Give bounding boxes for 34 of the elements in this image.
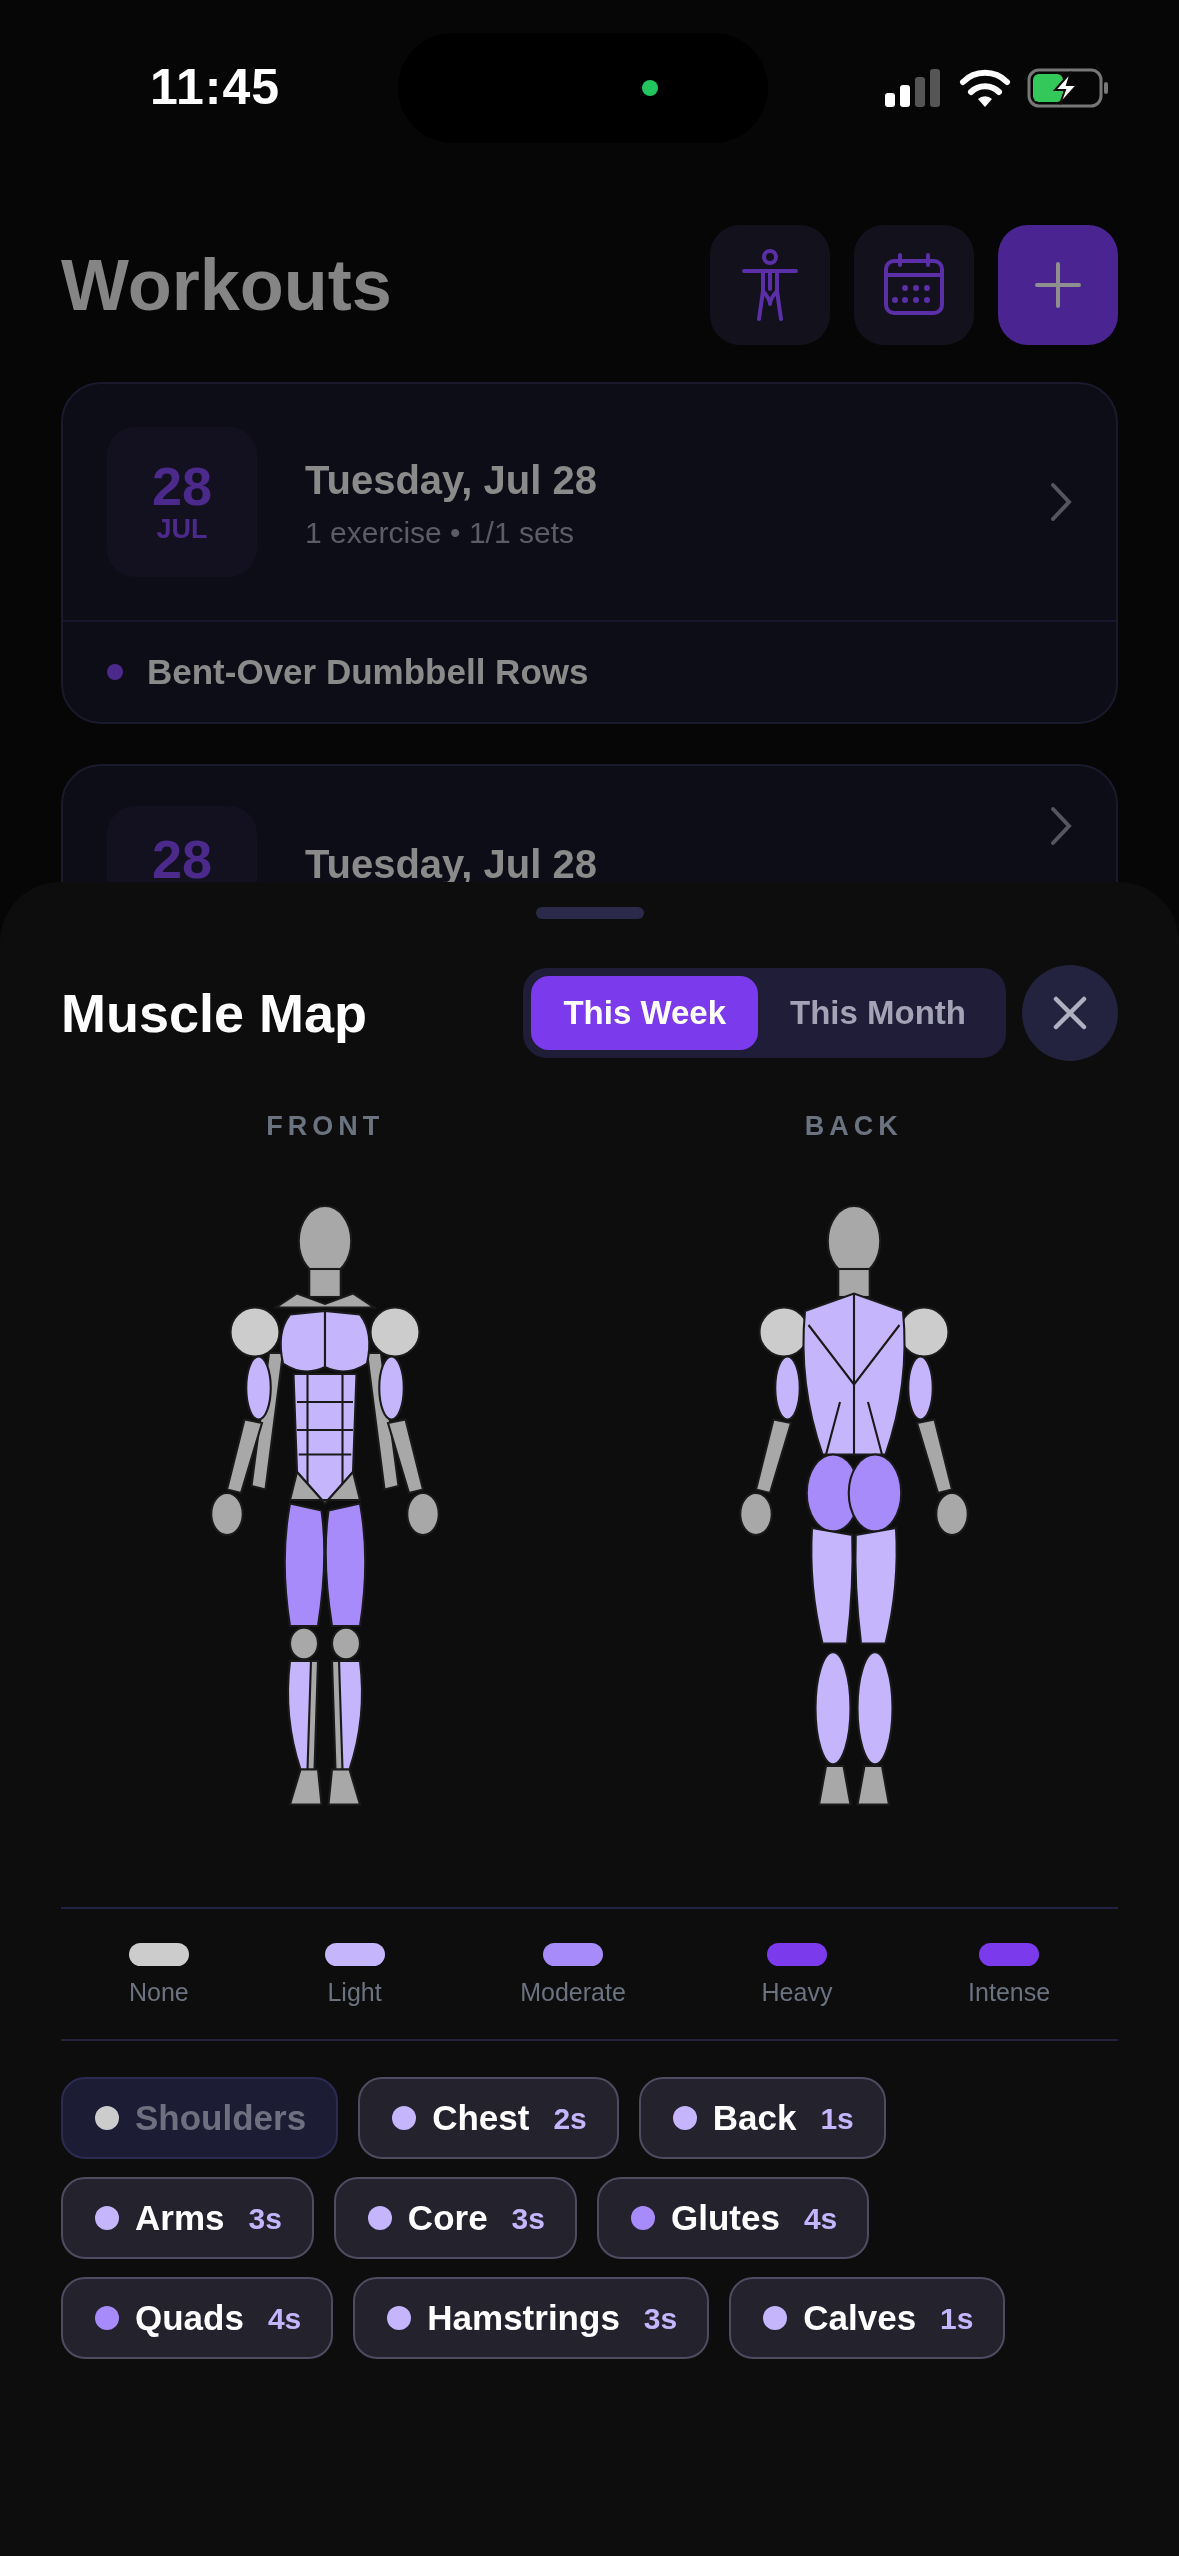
sheet-title: Muscle Map <box>61 981 369 1045</box>
muscle-count: 3s <box>248 2200 282 2237</box>
legend-label: None <box>128 1976 189 2008</box>
muscle-count: 4s <box>803 2200 838 2237</box>
muscle-name: Calves <box>803 2296 917 2339</box>
muscle-count: 4s <box>267 2300 302 2337</box>
exercise-name: Bent-Over Dumbbell Rows <box>147 650 589 693</box>
legend-label: Intense <box>968 1976 1051 2008</box>
page-title: Workouts <box>61 243 392 327</box>
muscle-name: Core <box>407 2196 488 2239</box>
muscle-name: Chest <box>432 2096 530 2139</box>
muscle-name: Quads <box>135 2296 244 2339</box>
muscle-count: 2s <box>553 2100 587 2137</box>
muscle-name: Back <box>712 2096 797 2139</box>
muscle-count: 1s <box>940 2300 974 2337</box>
workout-summary: 1 exercise • 1/1 sets <box>305 514 575 551</box>
muscle-name: Arms <box>135 2196 225 2239</box>
view-label: BACK <box>804 1110 903 1143</box>
muscle-name: Shoulders <box>135 2096 307 2139</box>
legend-label: Moderate <box>520 1976 626 2008</box>
workout-date: Tuesday, Jul 28 <box>305 841 598 888</box>
date-month: JUL <box>156 512 208 546</box>
date-day: 28 <box>151 458 213 513</box>
muscle-count: 3s <box>511 2200 545 2237</box>
muscle-name: Glutes <box>671 2196 780 2239</box>
view-label: FRONT <box>266 1110 385 1143</box>
muscle-name: Hamstrings <box>427 2296 620 2339</box>
date-day: 28 <box>151 832 213 886</box>
muscle-count: 1s <box>820 2100 854 2137</box>
status-time: 11:45 <box>150 58 281 117</box>
legend-label: Light <box>327 1976 382 2008</box>
muscle-count: 3s <box>643 2300 678 2337</box>
workout-date: Tuesday, Jul 28 <box>305 456 598 504</box>
legend-label: Heavy <box>761 1976 833 2008</box>
